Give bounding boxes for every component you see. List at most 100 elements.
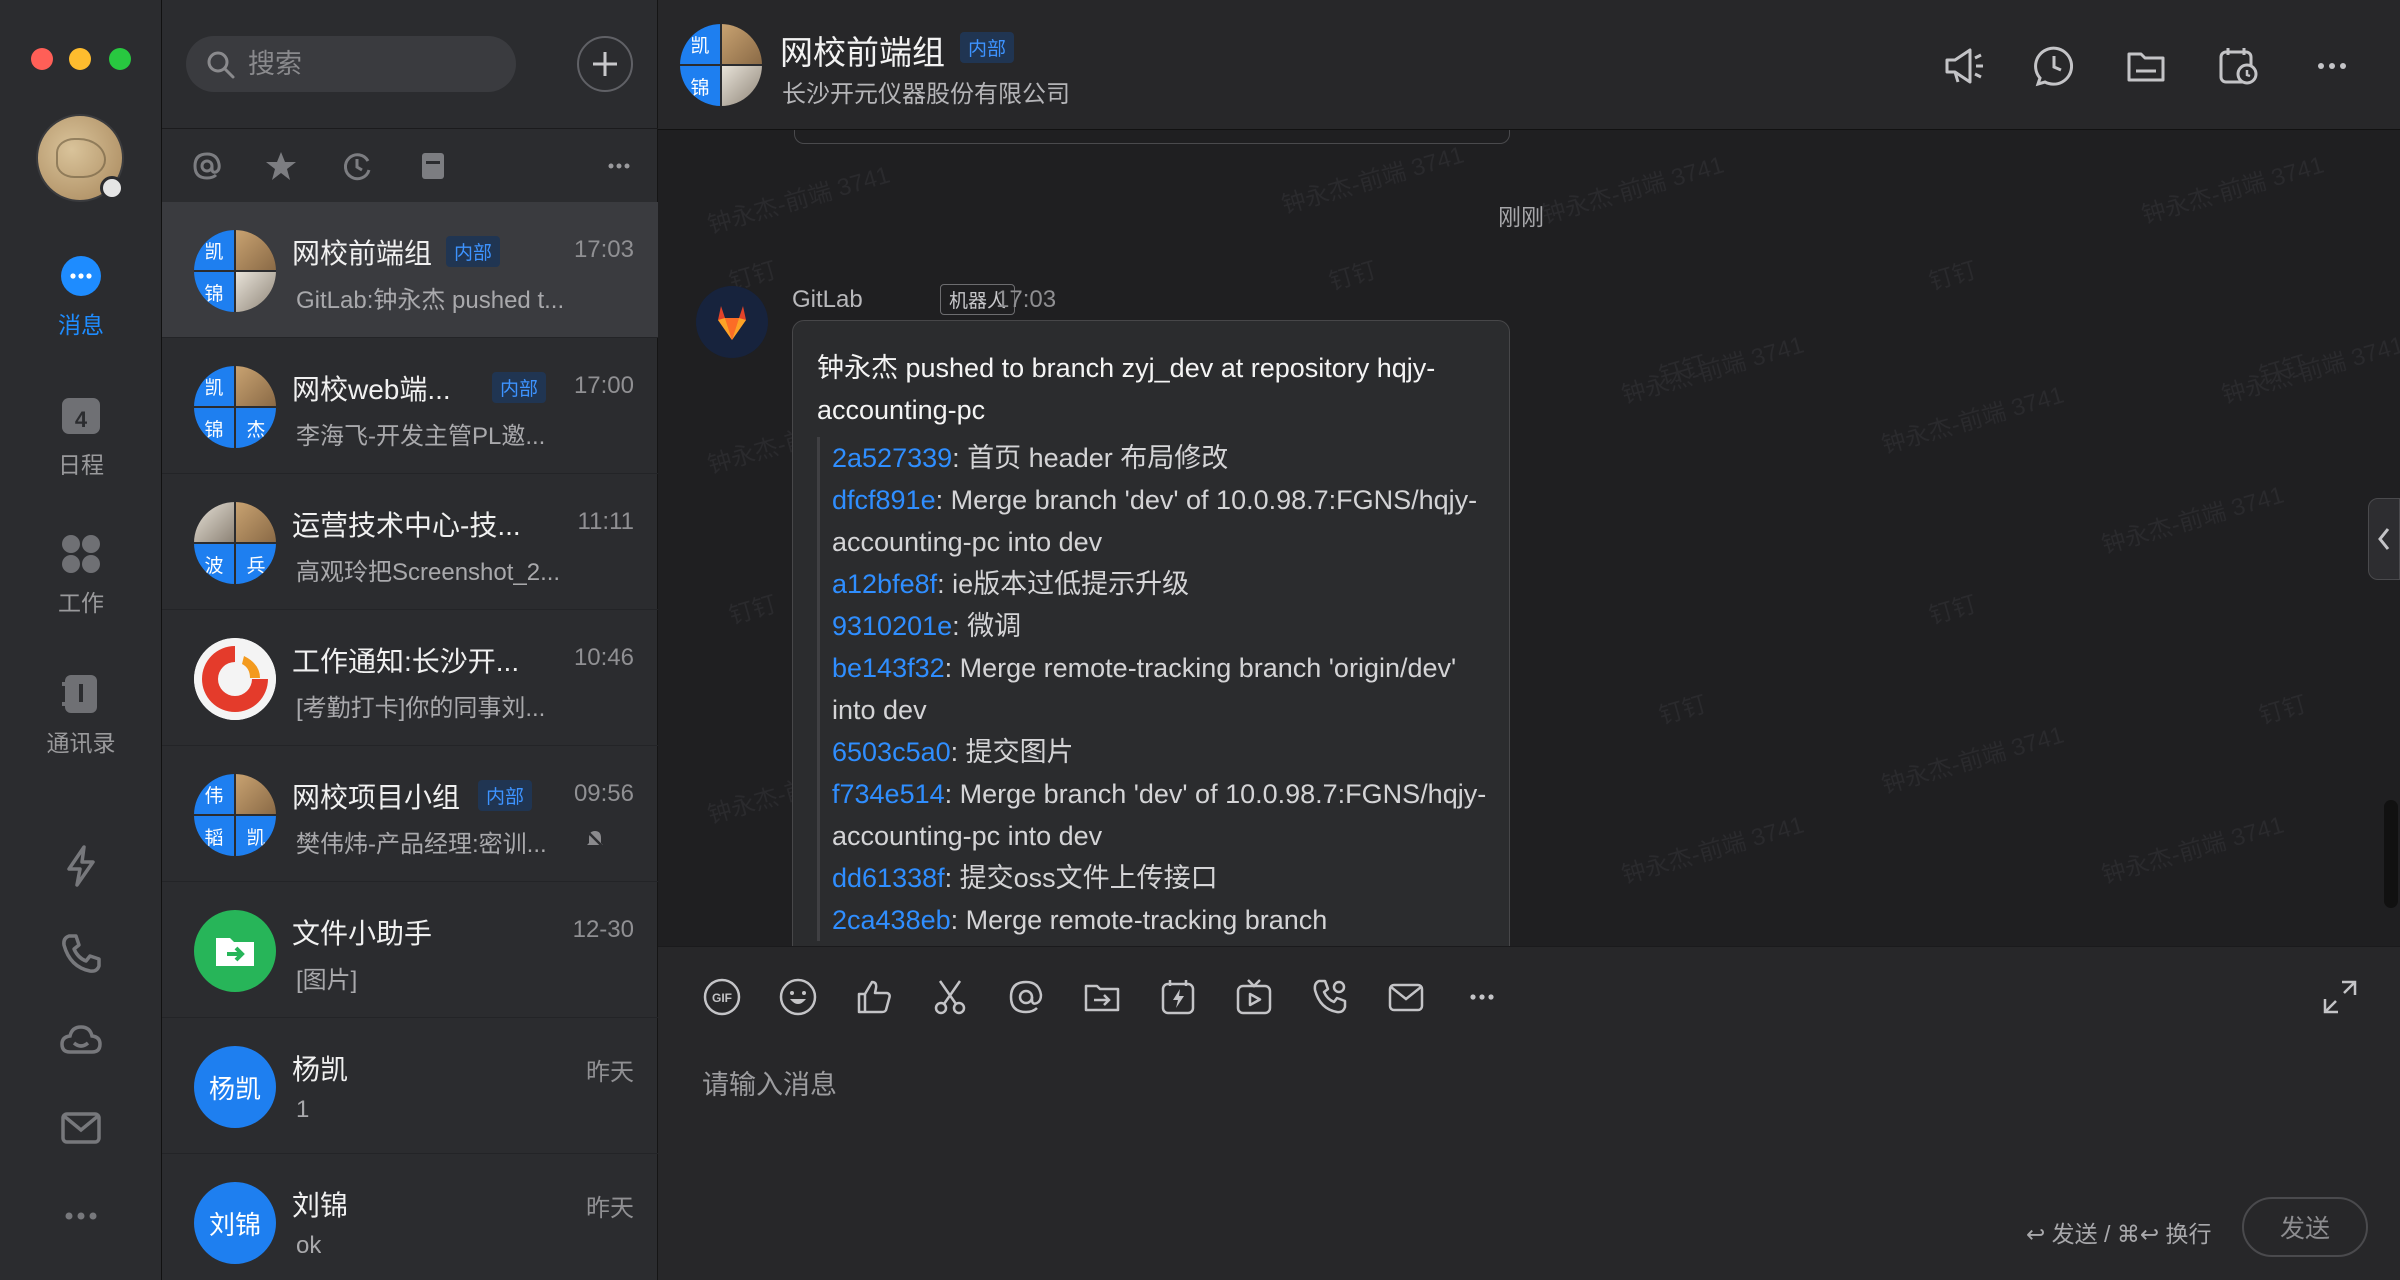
archive-icon[interactable] (416, 149, 450, 183)
mute-bell-icon (586, 830, 604, 848)
at-icon[interactable] (190, 149, 224, 183)
watermark: 钟永杰-前端 3741 (1278, 141, 1467, 220)
conversation-time: 昨天 (586, 1059, 634, 1086)
more-icon[interactable] (2310, 44, 2354, 88)
conversation-name: 文件小助手 (292, 918, 433, 949)
nav-item-contacts[interactable]: 通讯录 (0, 672, 162, 758)
message-composer: GIF 请输入消息 ↩ 发送 / ⌘↩ 换行 发送 (658, 946, 2400, 1280)
thumbs-up-icon[interactable] (854, 977, 894, 1017)
nav-item-messages[interactable]: 消息 (0, 254, 162, 340)
gitlab-logo-icon[interactable] (696, 286, 768, 358)
scrollbar[interactable] (2384, 800, 2398, 908)
commit-hash-link[interactable]: be143f32 (832, 653, 945, 683)
commit-hash-link[interactable]: 9310201e (832, 611, 952, 641)
message-bubble[interactable]: 钟永杰 pushed to branch zyj_dev at reposito… (792, 320, 1510, 946)
message-icon (61, 256, 101, 296)
internal-tag: 内部 (446, 236, 501, 267)
conversation-item[interactable]: 凯锦 网校前端组 内部 17:03 GitLab:钟永杰 pushed t... (162, 202, 658, 338)
watermark: 钟永杰-前端 3741 (2098, 811, 2287, 890)
search-icon (207, 51, 235, 79)
conversation-preview: 李海飞-开发主管PL邀... (296, 423, 546, 450)
nav-item-calendar[interactable]: 4 日程 (0, 394, 162, 480)
conversation-name: 网校前端组 (292, 238, 433, 269)
conversation-list: 凯锦 网校前端组 内部 17:03 GitLab:钟永杰 pushed t...… (162, 0, 658, 1280)
send-button[interactable]: 发送 (2242, 1197, 2368, 1257)
svg-text:4: 4 (75, 407, 88, 432)
time-divider: 刚刚 (1498, 204, 1544, 230)
nav-label-work: 工作 (58, 590, 104, 616)
side-panel-toggle[interactable] (2368, 498, 2400, 580)
star-icon[interactable] (264, 149, 298, 183)
mail-icon[interactable] (57, 1104, 105, 1152)
commit-hash-link[interactable]: 2ca438eb (832, 905, 951, 935)
conversation-item[interactable]: 刘锦 刘锦 昨天 ok (162, 1154, 658, 1280)
commit-hash-link[interactable]: a12bfe8f (832, 569, 937, 599)
file-send-icon[interactable] (1082, 977, 1122, 1017)
schedule-icon[interactable] (2216, 44, 2260, 88)
watermark: 钟永杰-前端 3741 (1618, 811, 1807, 890)
lightning-icon[interactable] (57, 842, 105, 890)
conversation-preview: 樊伟炜-产品经理:密训... (296, 831, 547, 858)
conversation-item[interactable]: 杨凯 杨凯 昨天 1 (162, 1018, 658, 1154)
recent-icon[interactable] (340, 149, 374, 183)
scissors-icon[interactable] (930, 977, 970, 1017)
conversation-item[interactable]: 凯锦杰 网校web端... 内部 17:00 李海飞-开发主管PL邀... (162, 338, 658, 474)
search-input[interactable] (248, 36, 498, 92)
message-input[interactable] (702, 1055, 2322, 1115)
more-icon[interactable] (1462, 977, 1502, 1017)
conversation-item[interactable]: 工作通知:长沙开... 10:46 [考勤打卡]你的同事刘... (162, 610, 658, 746)
close-window-button[interactable] (31, 48, 53, 70)
folder-icon[interactable] (2124, 44, 2168, 88)
conversation-item[interactable]: 伟韬凯 网校项目小组 内部 09:56 樊伟炜-产品经理:密训... (162, 746, 658, 882)
watermark: 钟永杰-前端 3741 (2098, 481, 2287, 560)
at-icon[interactable] (1006, 977, 1046, 1017)
more-icon[interactable] (602, 149, 636, 183)
message-time: 17:03 (996, 286, 1057, 313)
chat-title[interactable]: 网校前端组 (780, 26, 945, 74)
sender-name[interactable]: GitLab (792, 286, 863, 314)
conversation-time: 09:56 (573, 780, 634, 807)
commit-hash-link[interactable]: f734e514 (832, 779, 945, 809)
nav-label-calendar: 日程 (58, 452, 104, 478)
commit-hash-link[interactable]: dfcf891e (832, 485, 936, 515)
conversation-preview: ok (296, 1232, 322, 1259)
status-indicator-icon[interactable] (100, 176, 124, 200)
watermark: 钉钉 (1656, 690, 1710, 730)
commit-item: dd61338f: 提交oss文件上传接口 (832, 857, 1493, 899)
list-filter-bar (162, 128, 658, 202)
commit-hash-link[interactable]: dd61338f (832, 863, 945, 893)
conversation-item[interactable]: 文件小助手 12-30 [图片] (162, 882, 658, 1018)
mail-icon[interactable] (1386, 977, 1426, 1017)
group-avatar: 凯锦 (194, 230, 276, 312)
minimize-window-button[interactable] (69, 48, 91, 70)
watermark: 钉钉 (1926, 590, 1980, 630)
conversation-name: 运营技术中心-技... (292, 510, 521, 541)
more-icon[interactable] (57, 1192, 105, 1240)
conversation-preview: GitLab:钟永杰 pushed t... (296, 287, 565, 314)
phone-icon[interactable] (57, 930, 105, 978)
gif-icon[interactable]: GIF (702, 977, 742, 1017)
commit-hash-link[interactable]: 2a527339 (832, 443, 952, 473)
chat-group-avatar[interactable]: 凯锦 (680, 24, 762, 106)
search-box[interactable] (186, 36, 516, 92)
conversation-time: 17:03 (573, 236, 634, 263)
watermark: 钉钉 (1656, 350, 1710, 390)
expand-icon[interactable] (2320, 977, 2360, 1017)
add-button[interactable] (577, 36, 633, 92)
conversation-name: 杨凯 (292, 1054, 349, 1085)
announcement-icon[interactable] (1942, 44, 1986, 88)
conversation-item[interactable]: 波兵 运营技术中心-技... 11:11 高观玲把Screenshot_2... (162, 474, 658, 610)
ding-icon[interactable] (1158, 977, 1198, 1017)
phone-call-icon[interactable] (1310, 977, 1350, 1017)
cloud-drive-icon[interactable] (57, 1016, 105, 1064)
commit-hash-link[interactable]: 6503c5a0 (832, 737, 951, 767)
chat-panel: 凯锦 网校前端组 内部 长沙开元仪器股份有限公司 钟永杰-前端 3741 钟永杰… (658, 0, 2400, 1280)
commit-message: : 首页 header 布局修改 (952, 443, 1229, 473)
nav-item-work[interactable]: 工作 (0, 532, 162, 618)
history-icon[interactable] (2032, 44, 2076, 88)
video-icon[interactable] (1234, 977, 1274, 1017)
internal-tag: 内部 (478, 780, 533, 811)
fullscreen-window-button[interactable] (109, 48, 131, 70)
emoji-icon[interactable] (778, 977, 818, 1017)
watermark: 钉钉 (2256, 350, 2310, 390)
